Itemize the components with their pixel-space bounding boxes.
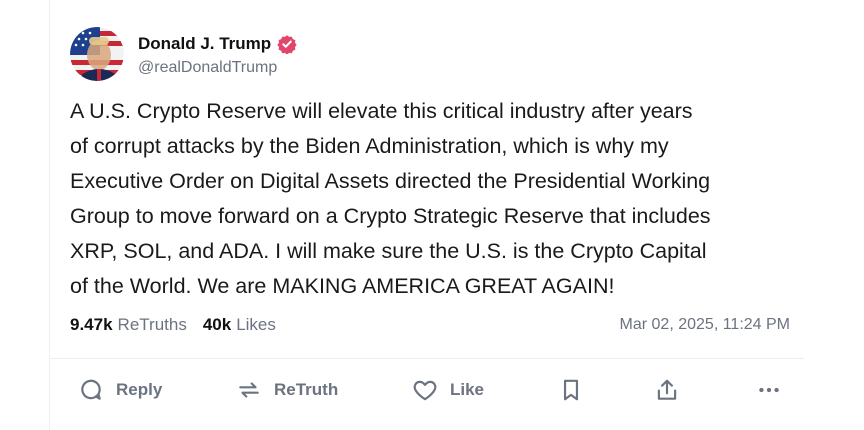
avatar-image [70, 27, 124, 81]
post-text: A U.S. Crypto Reserve will elevate this … [70, 99, 711, 298]
author-handle[interactable]: @realDonaldTrump [138, 59, 297, 77]
reply-icon [81, 379, 101, 400]
author-names: Donald J. Trump @realDonaldTrump [138, 32, 297, 77]
likes-label: Likes [236, 315, 276, 334]
retruth-label: ReTruth [274, 380, 339, 399]
divider [50, 358, 804, 359]
retruths-count: 9.47k [70, 315, 113, 334]
bookmark-button[interactable] [558, 372, 584, 408]
heart-icon [413, 380, 437, 401]
more-icon [759, 387, 779, 393]
more-options-button[interactable] [756, 372, 782, 408]
reply-label: Reply [116, 380, 163, 399]
share-button[interactable] [654, 372, 680, 408]
post-actions: Reply ReTruth Like [78, 372, 788, 408]
like-button[interactable]: Like [412, 372, 484, 408]
retruths-label: ReTruths [117, 315, 187, 334]
retruths-stat[interactable]: 9.47k ReTruths [70, 315, 187, 335]
reply-button[interactable]: Reply [78, 372, 162, 408]
verified-badge-icon [277, 34, 297, 54]
post-header: Donald J. Trump @realDonaldTrump [70, 27, 297, 81]
retruth-button[interactable]: ReTruth [236, 372, 338, 408]
post-card: Donald J. Trump @realDonaldTrump A U.S. … [49, 0, 804, 430]
author-display-name[interactable]: Donald J. Trump [138, 34, 271, 54]
bookmark-icon [563, 379, 579, 401]
likes-stat[interactable]: 40k Likes [203, 315, 276, 335]
like-label: Like [450, 380, 485, 399]
avatar[interactable] [70, 27, 124, 81]
likes-count: 40k [202, 315, 232, 334]
post-stats: 9.47k ReTruths 40k Likes Mar 02, 2025, 1… [70, 313, 790, 337]
share-icon [657, 379, 677, 400]
retruth-icon [239, 382, 259, 398]
name-row: Donald J. Trump [138, 32, 297, 56]
post-timestamp[interactable]: Mar 02, 2025, 11:24 PM [620, 316, 790, 334]
